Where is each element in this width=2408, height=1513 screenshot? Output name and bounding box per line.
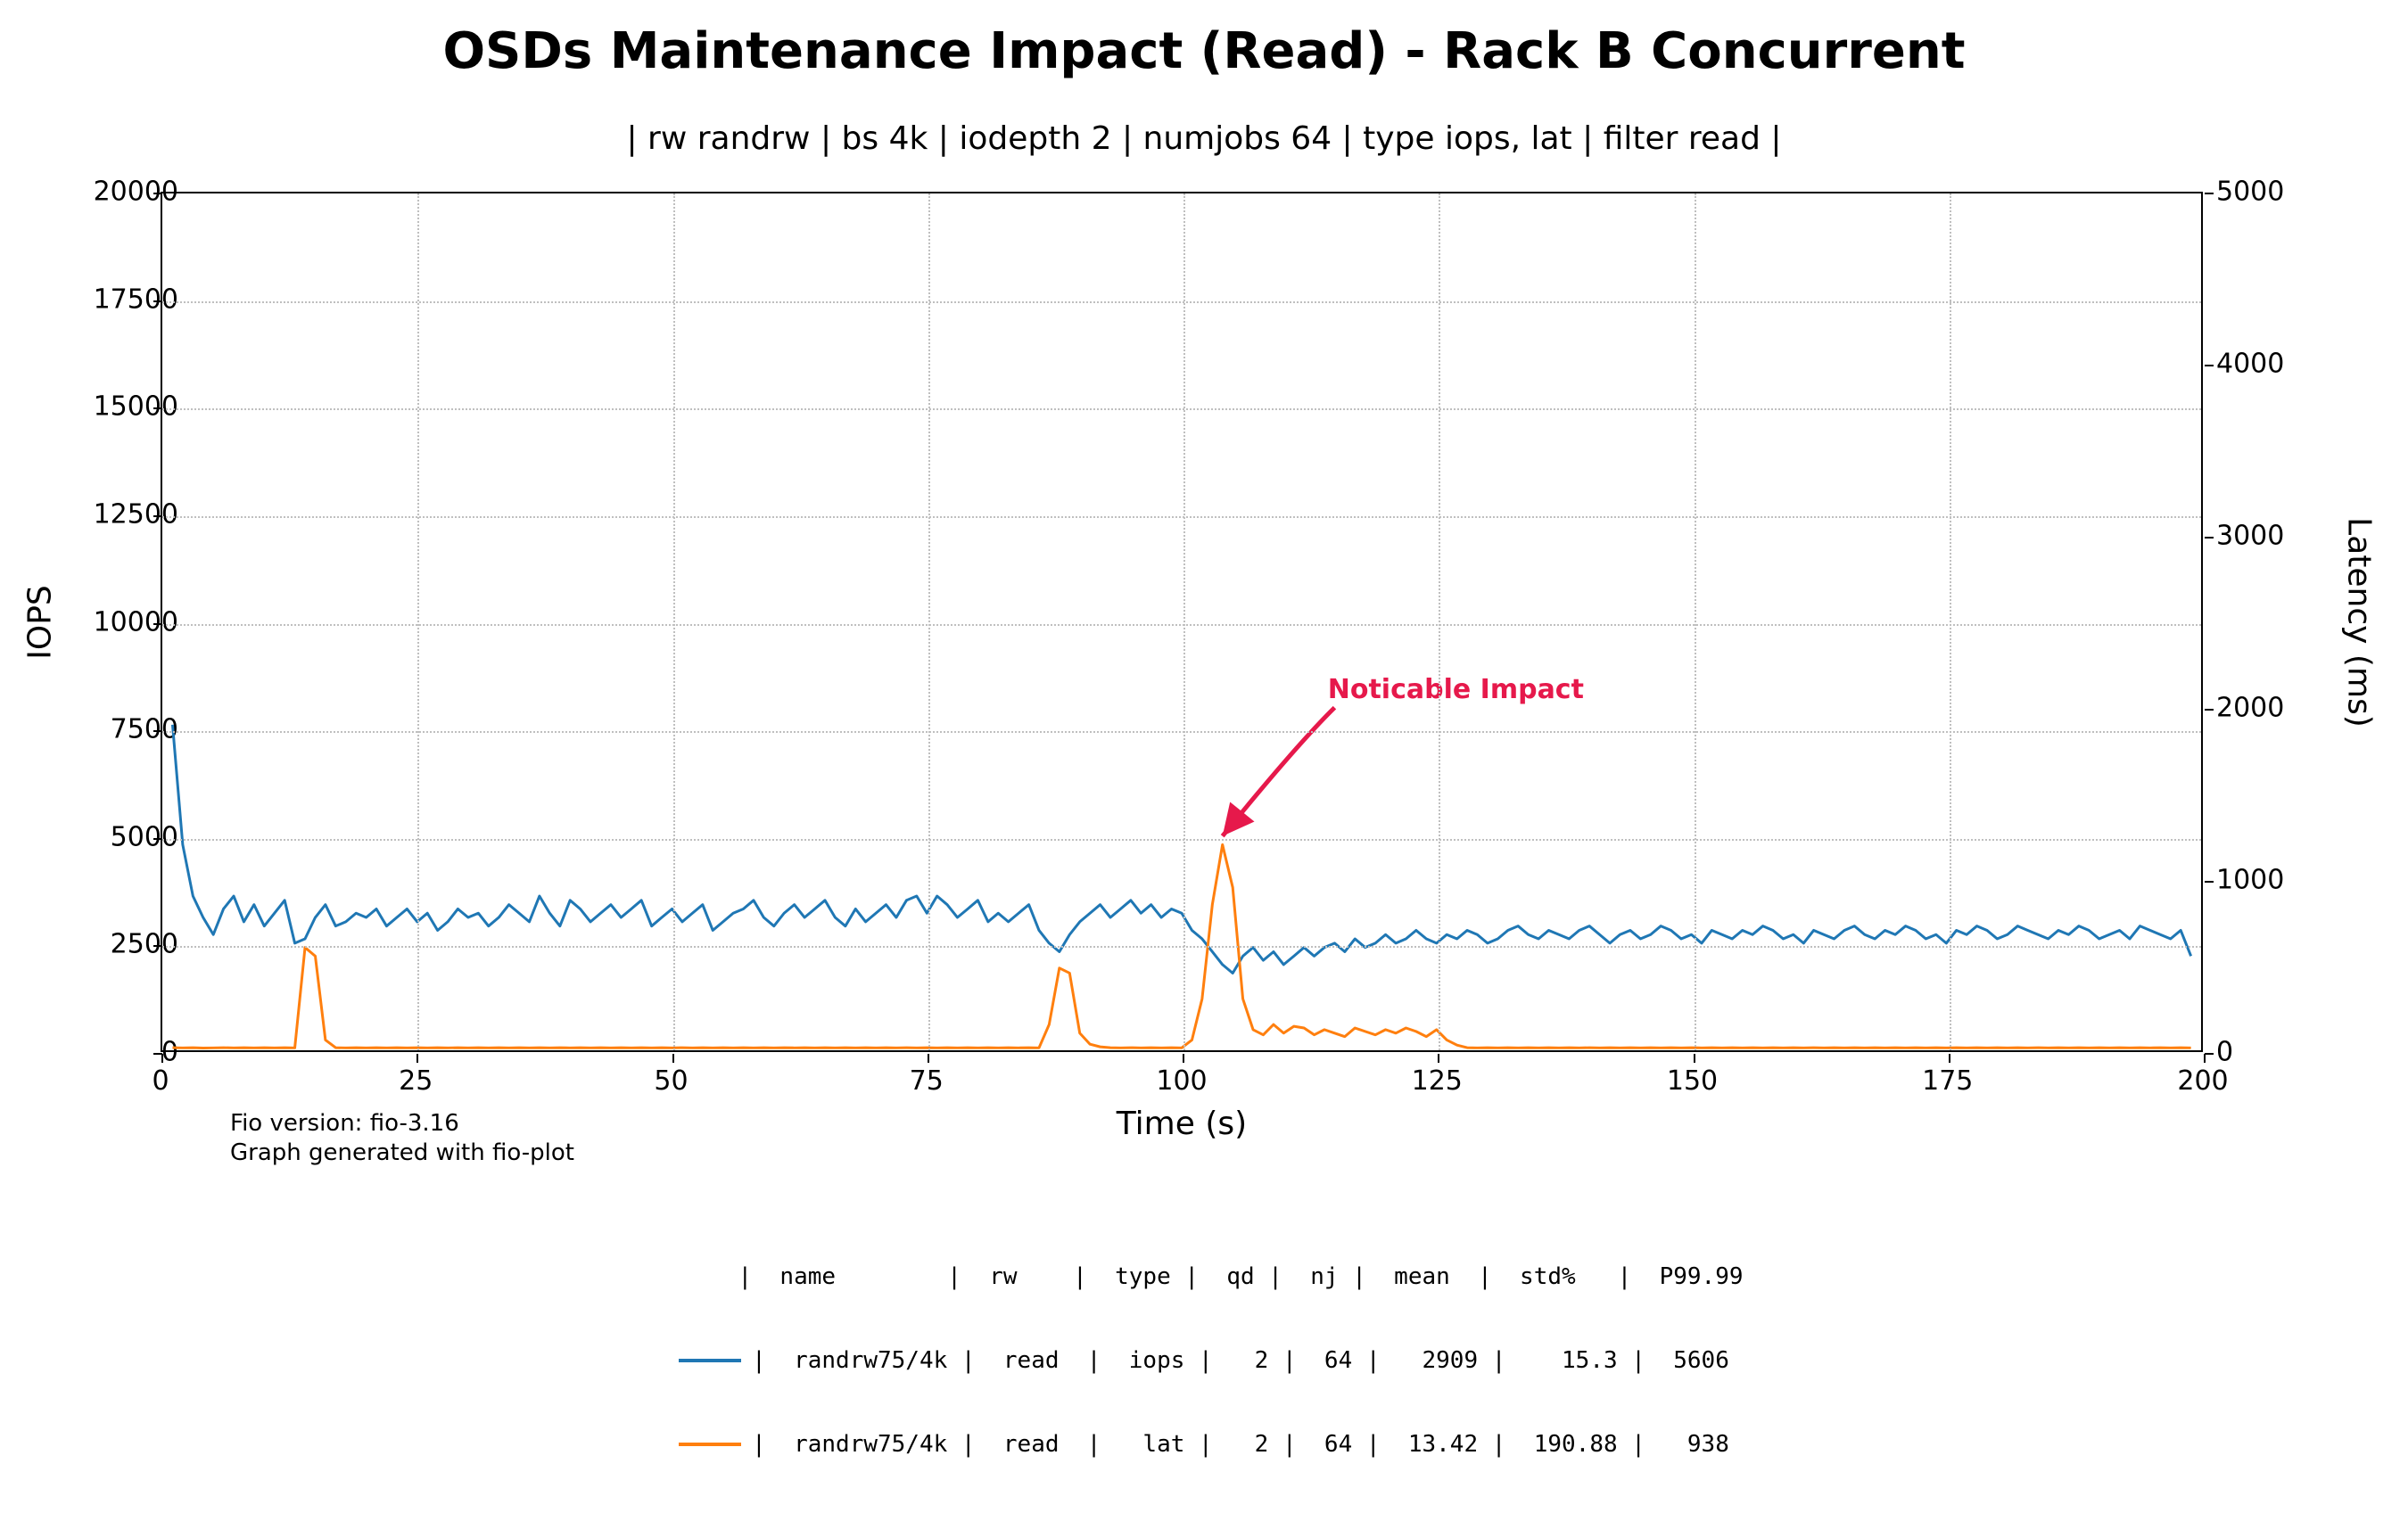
x-tick-label: 50 bbox=[618, 1065, 725, 1097]
x-ticks: 0255075100125150175200 bbox=[161, 1065, 2203, 1101]
x-tick-label: 200 bbox=[2149, 1065, 2256, 1097]
legend-header-row: | name | rw | type | qd | nj | mean | st… bbox=[0, 1262, 2408, 1292]
x-tick-label: 100 bbox=[1128, 1065, 1235, 1097]
y-right-tick-label: 0 bbox=[2216, 1037, 2314, 1068]
legend-row-lat: | randrw75/4k | read | lat | 2 | 64 | 13… bbox=[0, 1429, 2408, 1460]
series-svg bbox=[162, 193, 2201, 1050]
annotation-text: Noticable Impact bbox=[1328, 674, 1584, 705]
x-tick-label: 0 bbox=[107, 1065, 214, 1097]
y-right-axis-label: Latency (ms) bbox=[2341, 517, 2378, 728]
x-tick-label: 75 bbox=[873, 1065, 980, 1097]
chart-title: OSDs Maintenance Impact (Read) - Rack B … bbox=[0, 22, 2408, 80]
y-right-tick-label: 3000 bbox=[2216, 521, 2314, 552]
y-right-ticks: 010002000300040005000 bbox=[2203, 192, 2328, 1052]
x-tick-label: 125 bbox=[1383, 1065, 1490, 1097]
y-left-ticks: 02500500075001000012500150001750020000 bbox=[27, 192, 80, 1052]
x-tick-label: 25 bbox=[362, 1065, 469, 1097]
footer-fio-version: Fio version: fio-3.16 bbox=[230, 1110, 459, 1137]
legend: | name | rw | type | qd | nj | mean | st… bbox=[0, 1208, 2408, 1513]
x-axis-label: Time (s) bbox=[161, 1106, 2203, 1142]
y-right-tick-label: 4000 bbox=[2216, 349, 2314, 380]
legend-row-iops: | randrw75/4k | read | iops | 2 | 64 | 2… bbox=[0, 1345, 2408, 1376]
legend-header-text: | name | rw | type | qd | nj | mean | st… bbox=[738, 1263, 1743, 1290]
x-tick-label: 175 bbox=[1894, 1065, 2001, 1097]
y-right-tick-label: 2000 bbox=[2216, 693, 2314, 724]
y-right-tick-label: 1000 bbox=[2216, 865, 2314, 896]
legend-swatch-lat bbox=[679, 1443, 741, 1446]
x-tick-label: 150 bbox=[1639, 1065, 1746, 1097]
legend-text-iops: | randrw75/4k | read | iops | 2 | 64 | 2… bbox=[752, 1347, 1729, 1374]
plot-area: Noticable Impact bbox=[161, 192, 2203, 1052]
chart-page: OSDs Maintenance Impact (Read) - Rack B … bbox=[0, 0, 2408, 1337]
legend-swatch-iops bbox=[679, 1359, 741, 1362]
legend-text-lat: | randrw75/4k | read | lat | 2 | 64 | 13… bbox=[752, 1431, 1729, 1458]
chart-subtitle: | rw randrw | bs 4k | iodepth 2 | numjob… bbox=[0, 120, 2408, 157]
y-right-tick-label: 5000 bbox=[2216, 177, 2314, 208]
legend-swatch-blank bbox=[664, 1275, 727, 1279]
footer-generator: Graph generated with fio-plot bbox=[230, 1139, 574, 1166]
